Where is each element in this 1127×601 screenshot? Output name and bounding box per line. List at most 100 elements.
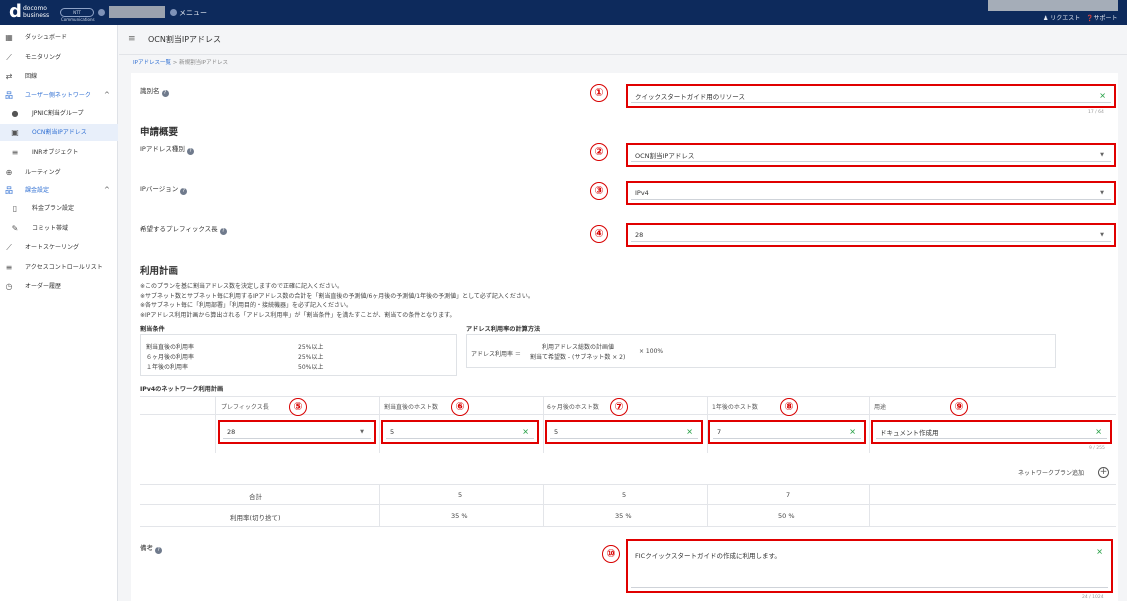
sidebar-item-order-history[interactable]: ◷ オーダー履歴 [0,278,118,295]
request-link[interactable]: ♟ リクエスト [1043,13,1080,22]
total-label: 合計 [249,493,262,501]
purpose-counter: 9 / 255 [1089,446,1105,451]
sidebar-item-acl[interactable]: ≡ アクセスコントロールリスト [0,259,118,276]
doc-icon: ▯ [12,204,18,213]
history-icon: ◷ [5,282,13,291]
cond-title: 割当条件 [140,326,165,333]
add-plan-button[interactable]: + [1098,467,1109,478]
support-link[interactable]: ❓サポート [1086,13,1118,22]
sidebar-item-ocn-ip[interactable]: ▣ OCN割当IPアドレス [0,124,118,141]
help-icon[interactable]: ? [180,188,188,195]
top-bar: d docomo business NTT Communications メニュ… [0,0,1127,25]
col-purpose: 用途 [874,404,887,411]
clear-icon[interactable]: ✕ [849,428,856,437]
hamburger-icon[interactable]: ≡ [128,34,136,44]
dropdown-arrow-icon: ▼ [1100,190,1104,196]
help-icon[interactable]: ? [161,90,169,97]
annotation-5: ⑤ [289,398,307,416]
annotation-2: ② [590,143,608,161]
col-prefix: プレフィックス長 [221,404,269,411]
annotation-6: ⑥ [451,398,469,416]
sidebar-item-routing[interactable]: ⊕ ルーティング [0,164,118,181]
tenant-selector[interactable] [109,6,165,18]
rate-label: 利用率(切り捨て) [230,514,281,522]
sidebar-item-price-plan[interactable]: ▯ 料金プラン設定 [0,200,118,217]
total-now: 5 [458,491,463,499]
row-purpose-input[interactable]: ドキュメント作成用 ✕ [871,420,1112,444]
line-icon: ⇄ [5,72,13,81]
col-hosts-1y: 1年後のホスト数 [712,404,758,411]
total-6m: 5 [622,491,627,499]
clear-icon[interactable]: ✕ [1095,428,1102,437]
user-info[interactable] [988,0,1118,11]
breadcrumb-link[interactable]: IPアドレス一覧 [133,60,171,66]
page-header: ≡ OCN割当IPアドレス [119,25,1127,55]
calc-title: アドレス利用率の計算方法 [466,326,541,333]
clear-icon[interactable]: ✕ [686,428,693,437]
cond-box: 割当直後の利用率 25%以上 ６ヶ月後の利用率 25%以上 １年後の利用率 50… [140,334,457,376]
row-hosts-now-input[interactable]: 5 ✕ [381,420,539,444]
sidebar-item-jpnic[interactable]: ● JPNIC割当グループ [0,105,118,122]
name-label: 識別名? [140,85,169,97]
clear-icon[interactable]: ✕ [522,428,529,437]
rate-now: 35 % [451,512,468,520]
prefix-select[interactable]: 28 ▼ [626,223,1116,247]
rate-1y: 50 % [778,512,795,520]
ip-version-label: IPバージョン? [140,183,188,195]
remarks-label: 備考? [140,542,162,554]
sidebar-item-commit[interactable]: ✎ コミット帯域 [0,220,118,237]
sidebar-item-dashboard[interactable]: ▦ ダッシュボード [0,29,118,46]
col-hosts-now: 割当直後のホスト数 [384,404,439,411]
annotation-9: ⑨ [950,398,968,416]
page-title: OCN割当IPアドレス [148,35,222,44]
billing-icon: 品 [5,186,13,195]
remarks-counter: 24 / 1024 [1082,595,1104,600]
chart-icon: ⟋ [6,53,12,62]
row-hosts-6m-input[interactable]: 5 ✕ [545,420,703,444]
prefix-label: 希望するプレフィックス長? [140,223,227,235]
edit-icon: ✎ [11,224,19,233]
breadcrumb: IPアドレス一覧 > 新規割当IPアドレス [133,60,229,66]
name-input[interactable]: クイックスタートガイド用のリソース ✕ [626,84,1116,108]
menu-icon[interactable] [170,9,177,16]
partner-logo: NTT Communications [60,8,95,22]
dropdown-arrow-icon: ▼ [1100,232,1104,238]
plan-notes: ※このプランを基に割当アドレス数を決定しますので正確に記入ください。 ※サブネッ… [140,283,534,319]
ip-version-select[interactable]: IPv4 ▼ [626,181,1116,205]
autoscale-icon: ⟋ [6,243,12,252]
sidebar-item-line[interactable]: ⇄ 回線 [0,68,118,85]
dashboard-icon: ▦ [5,33,13,42]
sidebar-item-monitoring[interactable]: ⟋ モニタリング [0,49,118,66]
row-prefix-select[interactable]: 28 ▼ [218,420,376,444]
clear-icon[interactable]: ✕ [1096,548,1103,557]
network-icon: 品 [5,91,13,100]
sidebar-item-inr[interactable]: ≡ INRオブジェクト [0,144,118,161]
calc-box: アドレス利用率 ＝ 利用アドレス総数の計画値 割当て希望数 - (サブネット数 … [466,334,1056,368]
sidebar-item-user-network[interactable]: 品ユーザー側ネットワーク ^ [0,87,118,104]
clear-icon[interactable]: ✕ [1099,92,1106,101]
col-hosts-6m: 6ヶ月後のホスト数 [547,404,599,411]
brand-logo: d [9,1,22,22]
user-icon: ● [11,109,19,118]
acl-icon: ≡ [5,263,13,272]
name-counter: 17 / 64 [1088,110,1104,115]
dropdown-arrow-icon: ▼ [360,429,364,435]
network-plan-heading: IPv4のネットワーク利用計画 [140,386,224,393]
sidebar-item-billing[interactable]: 品課金設定 ^ [0,182,118,199]
tenant-icon [98,9,105,16]
help-icon[interactable]: ? [219,228,227,235]
help-icon[interactable]: ? [155,547,162,554]
sidebar: ▦ ダッシュボード ⟋ モニタリング ⇄ 回線 品ユーザー側ネットワーク ^ ● JPNI… [0,25,118,601]
menu-button[interactable]: メニュー [179,8,207,18]
ip-type-select[interactable]: OCN割当IPアドレス ▼ [626,143,1116,167]
row-hosts-1y-input[interactable]: 7 ✕ [708,420,866,444]
help-icon[interactable]: ? [186,148,194,155]
annotation-1: ① [590,84,608,102]
remarks-textarea[interactable]: FICクイックスタートガイドの作成に利用します。 ✕ [626,539,1113,593]
ip-type-label: IPアドレス種別? [140,143,194,155]
summary-heading: 申請概要 [140,127,179,138]
sidebar-item-autoscale[interactable]: ⟋ オートスケーリング [0,239,118,256]
breadcrumb-current: 新規割当IPアドレス [179,60,229,66]
annotation-4: ④ [590,225,608,243]
add-plan-label[interactable]: ネットワークプラン追加 [1018,468,1084,477]
